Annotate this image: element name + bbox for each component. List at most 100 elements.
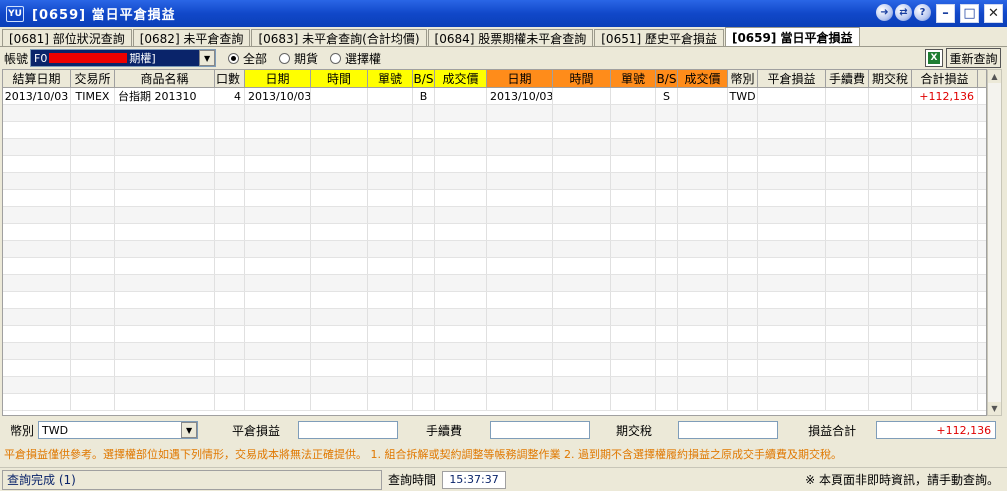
table-row[interactable] xyxy=(3,190,986,207)
table-row[interactable] xyxy=(3,394,986,411)
column-header[interactable]: B/S xyxy=(656,70,678,87)
currency-select[interactable]: TWD ▼ xyxy=(38,421,199,439)
chevron-down-icon[interactable]: ▼ xyxy=(181,422,198,438)
table-cell xyxy=(245,190,311,206)
table-cell xyxy=(413,377,435,393)
table-row[interactable] xyxy=(3,122,986,139)
table-cell xyxy=(115,105,215,121)
table-cell xyxy=(115,207,215,223)
table-row[interactable] xyxy=(3,173,986,190)
column-header[interactable]: 時間 xyxy=(311,70,368,87)
table-row[interactable] xyxy=(3,207,986,224)
table-cell xyxy=(656,377,678,393)
table-row[interactable] xyxy=(3,258,986,275)
tab-item[interactable]: [0659] 當日平倉損益 xyxy=(724,27,860,47)
radio-option[interactable]: 期貨 xyxy=(279,50,318,67)
vertical-scrollbar[interactable]: ▲ ▼ xyxy=(987,69,1002,416)
account-select[interactable]: F0 期權] ▼ xyxy=(30,49,217,67)
table-cell xyxy=(758,190,826,206)
status-message: 查詢完成 (1) xyxy=(2,469,382,490)
minimize-button[interactable]: – xyxy=(936,4,955,23)
radio-dot-icon[interactable] xyxy=(228,52,240,64)
table-cell xyxy=(553,343,611,359)
table-cell xyxy=(487,292,553,308)
table-cell xyxy=(487,326,553,342)
table-cell xyxy=(368,377,413,393)
radio-dot-icon[interactable] xyxy=(279,52,291,64)
table-row[interactable] xyxy=(3,275,986,292)
table-cell xyxy=(245,105,311,121)
table-cell xyxy=(826,309,869,325)
tab-item[interactable]: [0651] 歷史平倉損益 xyxy=(594,29,724,47)
table-row[interactable] xyxy=(3,292,986,309)
table-row[interactable]: 2013/10/03 TIMEX 台指期 201310 4 2013/10/03 B 201… xyxy=(3,88,986,105)
column-header[interactable]: 幣別 xyxy=(728,70,758,87)
table-cell xyxy=(826,326,869,342)
status-bar: 查詢完成 (1) 查詢時間 15:37:37 ※ 本頁面非即時資訊，請手動查詢。 xyxy=(0,467,1007,491)
table-row[interactable] xyxy=(3,139,986,156)
maximize-button[interactable]: □ xyxy=(960,4,979,23)
table-cell xyxy=(435,241,487,257)
radio-option[interactable]: 全部 xyxy=(228,50,267,67)
column-header[interactable]: B/S xyxy=(413,70,435,87)
column-header[interactable]: 結算日期 xyxy=(3,70,71,87)
column-header[interactable]: 成交價 xyxy=(435,70,487,87)
table-cell xyxy=(413,190,435,206)
chevron-down-icon[interactable]: ▼ xyxy=(199,50,216,66)
column-header[interactable]: 交易所 xyxy=(71,70,115,87)
table-row[interactable] xyxy=(3,105,986,122)
column-header[interactable]: 單號 xyxy=(368,70,413,87)
table-row[interactable] xyxy=(3,241,986,258)
results-grid[interactable]: 結算日期 交易所 商品名稱 口數 日期 時間 單號 B/S 成交價 日期 時間 單號 B/S 成交價 幣別平… xyxy=(2,69,987,416)
tab-item[interactable]: [0681] 部位狀況查詢 xyxy=(2,29,132,47)
table-cell xyxy=(728,275,758,291)
table-cell xyxy=(758,309,826,325)
column-header[interactable]: 平倉損益 xyxy=(758,70,826,87)
table-cell xyxy=(368,122,413,138)
excel-export-button[interactable]: X xyxy=(925,49,943,67)
table-row[interactable] xyxy=(3,343,986,360)
table-row[interactable] xyxy=(3,156,986,173)
tab-item[interactable]: [0684] 股票期權未平倉查詢 xyxy=(427,29,594,47)
column-header[interactable]: 口數 xyxy=(215,70,245,87)
table-cell xyxy=(826,156,869,172)
help-icon[interactable]: ? xyxy=(914,4,931,21)
table-cell xyxy=(368,258,413,274)
table-cell xyxy=(728,343,758,359)
column-header[interactable]: 成交價 xyxy=(678,70,728,87)
table-row[interactable] xyxy=(3,326,986,343)
column-header[interactable]: 日期 xyxy=(487,70,553,87)
tab-item[interactable]: [0682] 未平倉查詢 xyxy=(132,29,251,47)
tab-item[interactable]: [0683] 未平倉查詢(合計均價) xyxy=(251,29,427,47)
table-cell: 2013/10/03 xyxy=(3,88,71,104)
table-cell xyxy=(71,275,115,291)
column-header[interactable]: 日期 xyxy=(245,70,311,87)
column-header[interactable]: 商品名稱 xyxy=(115,70,215,87)
table-cell xyxy=(678,275,728,291)
table-cell xyxy=(71,224,115,240)
table-cell xyxy=(553,207,611,223)
radio-option[interactable]: 選擇權 xyxy=(330,50,381,67)
column-header[interactable]: 合計損益 xyxy=(912,70,978,87)
table-row[interactable] xyxy=(3,377,986,394)
column-header[interactable]: 單號 xyxy=(611,70,656,87)
table-row[interactable] xyxy=(3,360,986,377)
radio-dot-icon[interactable] xyxy=(330,52,342,64)
table-cell xyxy=(311,207,368,223)
product-type-radios: 全部 期貨 選擇權 xyxy=(216,50,381,67)
table-row[interactable] xyxy=(3,224,986,241)
column-header[interactable]: 手續費 xyxy=(826,70,869,87)
table-cell xyxy=(487,105,553,121)
column-header[interactable]: 期交稅 xyxy=(869,70,912,87)
column-header[interactable]: 時間 xyxy=(553,70,611,87)
close-button[interactable]: ✕ xyxy=(984,4,1003,23)
table-cell xyxy=(487,122,553,138)
refresh-button[interactable]: 重新查詢 xyxy=(946,48,1001,68)
link-icon[interactable]: ⇄ xyxy=(895,4,912,21)
table-row[interactable] xyxy=(3,309,986,326)
forward-icon[interactable]: ➜ xyxy=(876,4,893,21)
table-cell xyxy=(3,105,71,121)
scroll-up-icon[interactable]: ▲ xyxy=(988,70,1001,83)
table-cell xyxy=(311,326,368,342)
scroll-down-icon[interactable]: ▼ xyxy=(988,402,1001,415)
